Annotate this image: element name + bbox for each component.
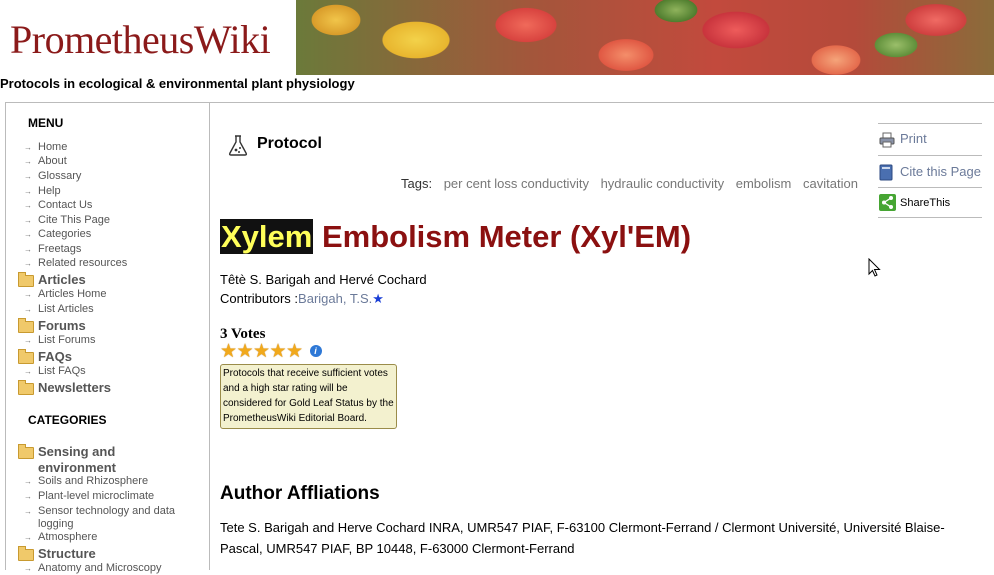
tags-label: Tags: (401, 176, 433, 191)
sidebar-item-sensor-technology[interactable]: Sensor technology and data logging (24, 505, 188, 531)
tag-link[interactable]: per cent loss conductivity (444, 176, 589, 191)
sidebar-item-cite-this-page[interactable]: Cite This Page (24, 214, 198, 227)
tag-link[interactable]: embolism (736, 176, 792, 191)
page-title-text: Embolism Meter (Xyl'EM) (313, 219, 692, 254)
authors-names: Têtè S. Barigah and Hervé Cochard (220, 272, 427, 287)
tools-divider (878, 217, 982, 218)
affiliations-heading: Author Affliations (220, 483, 380, 504)
authors-block: Têtè S. Barigah and Hervé Cochard Contri… (220, 270, 427, 308)
sidebar-item-about[interactable]: About (24, 155, 198, 168)
star-icon[interactable]: ★ (286, 342, 303, 361)
tag-link[interactable]: cavitation (803, 176, 858, 191)
site-header: PrometheusWiki (0, 0, 994, 75)
share-icon (879, 194, 896, 211)
sidebar-section-newsletters[interactable]: Newsletters (18, 380, 218, 396)
cite-page-button[interactable]: Cite this Page (878, 155, 982, 186)
cite-label: Cite this Page (900, 164, 981, 179)
content-frame-left-border (5, 102, 6, 570)
contributor-link[interactable]: Barigah, T.S. (298, 291, 372, 306)
book-icon (879, 164, 893, 181)
printer-icon (879, 132, 895, 148)
folder-icon (18, 380, 34, 395)
flask-icon (228, 135, 248, 156)
mouse-cursor-icon (868, 258, 881, 277)
sidebar-item-articles-home[interactable]: Articles Home (24, 288, 198, 301)
sidebar-section-label: Structure (38, 546, 96, 561)
star-icon[interactable]: ★ (253, 342, 270, 361)
sidebar-item-list-forums[interactable]: List Forums (24, 334, 198, 347)
sidebar-section-articles[interactable]: Articles (18, 272, 218, 288)
site-logo[interactable]: PrometheusWiki (10, 16, 271, 64)
sidebar-item-atmosphere[interactable]: Atmosphere (24, 531, 198, 544)
sidebar-item-categories[interactable]: Categories (24, 228, 198, 241)
star-icon[interactable]: ★ (220, 342, 237, 361)
sidebar-item-list-faqs[interactable]: List FAQs (24, 365, 198, 378)
sidebar-item-freetags[interactable]: Freetags (24, 243, 198, 256)
folder-icon (18, 318, 34, 333)
contributors-line: Contributors :Barigah, T.S.★ (220, 289, 427, 308)
star-rating[interactable]: ★★★★★ i (220, 342, 322, 361)
print-label: Print (900, 131, 927, 146)
sidebar-section-forums[interactable]: Forums (18, 318, 218, 334)
page-title: Xylem Embolism Meter (Xyl'EM) (220, 218, 691, 256)
print-button[interactable]: Print (878, 123, 982, 154)
sidebar-item-glossary[interactable]: Glossary (24, 170, 198, 183)
sidebar-section-faqs[interactable]: FAQs (18, 349, 218, 365)
sidebar-item-soils[interactable]: Soils and Rhizosphere (24, 475, 198, 488)
sidebar-section-label: Sensing and environment (38, 444, 117, 475)
sidebar-section-structure[interactable]: Structure (18, 546, 218, 562)
share-label: ShareThis (900, 197, 951, 209)
menu-heading: MENU (28, 116, 64, 130)
protocol-label: Protocol (257, 135, 322, 152)
sidebar-item-contact-us[interactable]: Contact Us (24, 199, 198, 212)
sidebar-section-label: Newsletters (38, 380, 111, 395)
star-icon[interactable]: ★ (270, 342, 287, 361)
share-button[interactable]: ShareThis (878, 187, 982, 218)
folder-icon (18, 546, 34, 561)
sidebar-item-list-articles[interactable]: List Articles (24, 303, 198, 316)
sidebar-item-anatomy[interactable]: Anatomy and Microscopy (24, 562, 198, 575)
sidebar-section-label: FAQs (38, 349, 72, 364)
sidebar-section-label: Articles (38, 272, 86, 287)
sidebar-item-help[interactable]: Help (24, 185, 198, 198)
sidebar-section-label: Forums (38, 318, 86, 333)
contributor-star-icon: ★ (372, 291, 384, 306)
categories-heading: CATEGORIES (28, 413, 107, 427)
sidebar-item-related-resources[interactable]: Related resources (24, 257, 198, 270)
tags-row: Tags: per cent loss conductivity hydraul… (401, 176, 858, 191)
vote-info-tooltip: Protocols that receive sufficient votes … (220, 364, 397, 429)
folder-icon (18, 444, 34, 459)
sidebar-divider (209, 102, 210, 570)
star-icon[interactable]: ★ (237, 342, 254, 361)
contributors-label: Contributors : (220, 291, 299, 306)
affiliations-text: Tete S. Barigah and Herve Cochard INRA, … (220, 520, 945, 556)
header-banner-image (296, 0, 994, 75)
site-tagline: Protocols in ecological & environmental … (0, 76, 355, 91)
sidebar-section-sensing[interactable]: Sensing and environment (18, 444, 178, 476)
sidebar-item-home[interactable]: Home (24, 141, 198, 154)
tag-link[interactable]: hydraulic conductivity (601, 176, 725, 191)
info-icon[interactable]: i (309, 345, 322, 357)
content-frame-top-border (5, 102, 994, 103)
folder-icon (18, 272, 34, 287)
sidebar-item-microclimate[interactable]: Plant-level microclimate (24, 490, 198, 503)
page-title-highlight: Xylem (220, 219, 314, 254)
folder-icon (18, 349, 34, 364)
